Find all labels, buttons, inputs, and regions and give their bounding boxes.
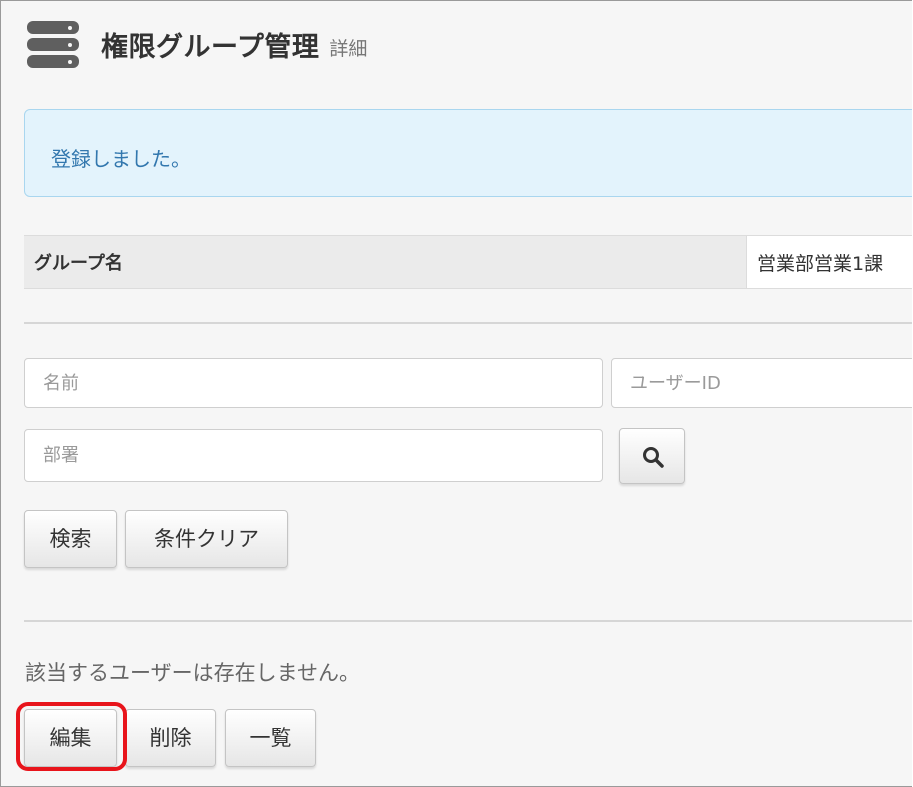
delete-button[interactable]: 削除	[125, 709, 216, 767]
edit-button-highlight	[16, 702, 127, 771]
divider	[24, 322, 912, 324]
group-name-value: 営業部営業1課	[757, 253, 884, 275]
department-input[interactable]	[24, 429, 603, 482]
page-subtitle: 詳細	[329, 37, 368, 60]
group-name-label: グループ名	[34, 253, 123, 274]
name-input[interactable]	[24, 358, 603, 408]
clear-conditions-button[interactable]: 条件クリア	[125, 510, 288, 568]
empty-results-message: 該当するユーザーは存在しません。	[25, 661, 360, 685]
page-frame: 権限グループ管理 詳細 登録しました。 グループ名 営業部営業1課 検索 条件ク…	[0, 0, 912, 787]
divider	[24, 620, 912, 622]
search-icon	[643, 447, 664, 468]
group-name-header-cell: グループ名	[24, 236, 746, 288]
page-header: 権限グループ管理 詳細	[27, 19, 367, 69]
success-alert: 登録しました。	[24, 109, 912, 197]
database-icon	[27, 19, 79, 69]
user-id-input[interactable]	[611, 358, 912, 408]
page-title: 権限グループ管理	[101, 31, 320, 63]
department-lookup-button[interactable]	[619, 428, 685, 484]
alert-message: 登録しました。	[51, 147, 191, 171]
group-name-value-cell: 営業部営業1課	[746, 236, 912, 288]
list-button[interactable]: 一覧	[225, 709, 316, 767]
group-info-table: グループ名 営業部営業1課	[24, 235, 912, 289]
search-button[interactable]: 検索	[24, 510, 117, 568]
